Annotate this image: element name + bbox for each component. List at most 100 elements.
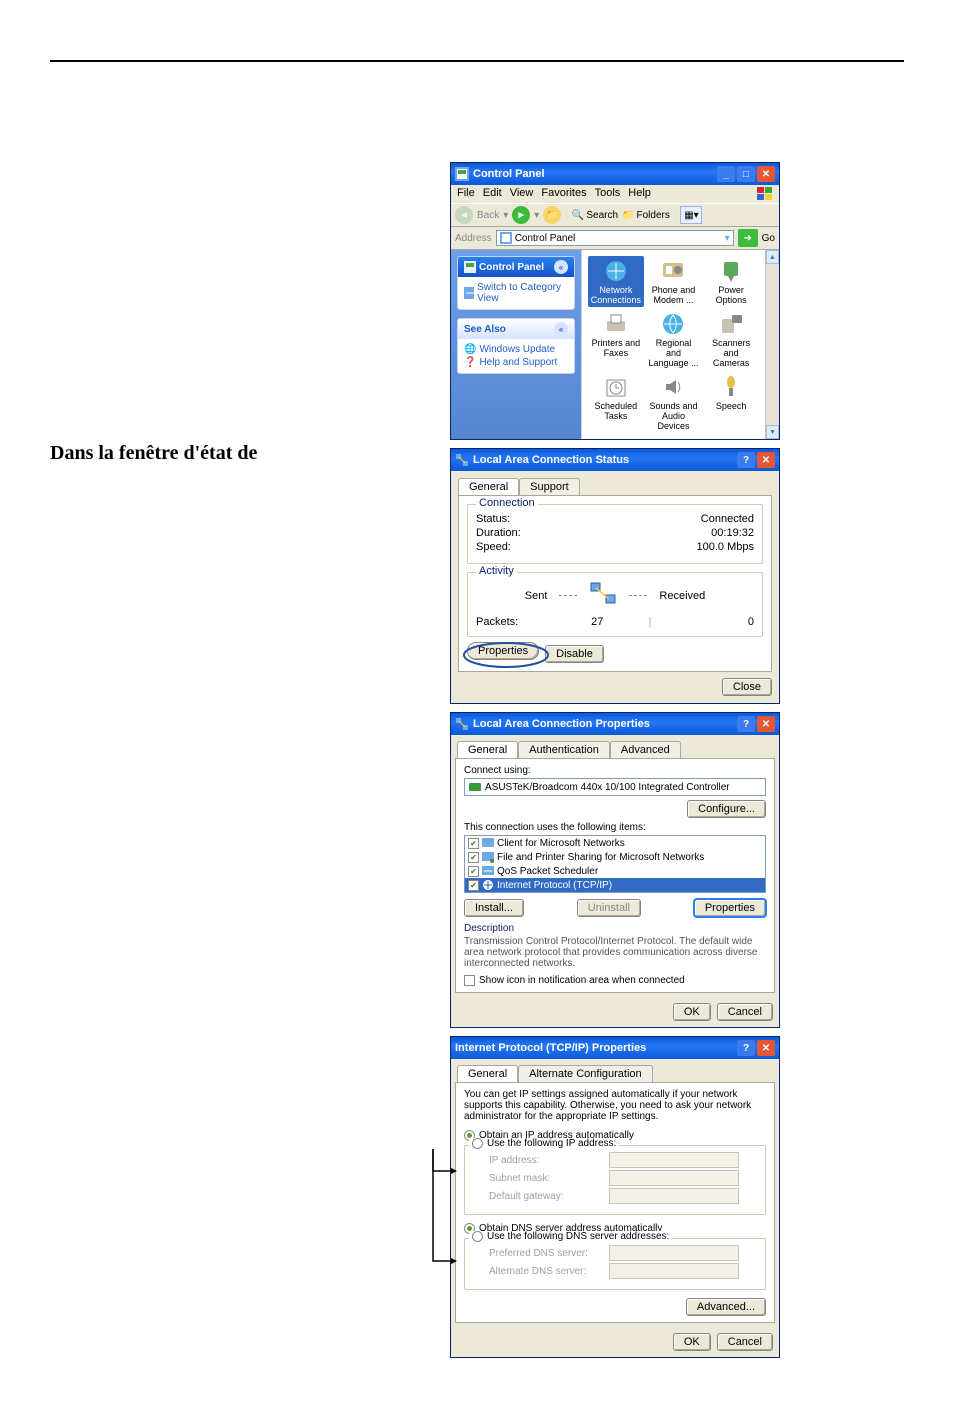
adapter-box: ASUSTeK/Broadcom 440x 10/100 Integrated …: [464, 778, 766, 796]
sidebar-head-control[interactable]: Control Panel «: [458, 257, 574, 277]
vertical-scrollbar[interactable]: ▲ ▼: [765, 250, 779, 439]
status-label: Status:: [476, 513, 510, 525]
tcpip-icon: [482, 879, 494, 891]
globe-icon: 🌐: [464, 344, 476, 355]
close-button[interactable]: ✕: [757, 716, 775, 732]
ok-button[interactable]: OK: [673, 1003, 711, 1021]
menu-file[interactable]: File: [457, 187, 475, 201]
cp-item-sounds[interactable]: Sounds and Audio Devices: [646, 372, 702, 433]
switch-category-link[interactable]: Switch to Category View: [464, 281, 568, 305]
sidebar-control-panel-icon: [464, 261, 476, 273]
doc-body-text: Dans la fenêtre d'état de: [50, 442, 450, 465]
cp-item-phone[interactable]: Phone and Modem ...: [646, 256, 702, 307]
radio-use-dns[interactable]: [472, 1231, 483, 1242]
tab-general[interactable]: General: [457, 1065, 518, 1082]
cancel-button[interactable]: Cancel: [717, 1003, 773, 1021]
help-icon: ❓: [464, 357, 476, 368]
tab-authentication[interactable]: Authentication: [518, 741, 610, 758]
checkbox-icon[interactable]: ✔: [468, 880, 479, 891]
activity-icon: [589, 581, 617, 610]
checkbox-icon[interactable]: ✔: [468, 852, 479, 863]
install-button[interactable]: Install...: [464, 899, 524, 917]
speech-icon: [718, 374, 744, 400]
window-title: Internet Protocol (TCP/IP) Properties: [455, 1042, 646, 1054]
folders-button[interactable]: 📁Folders: [622, 210, 670, 221]
sidebar-head-seealso[interactable]: See Also «: [458, 319, 574, 339]
client-icon: [482, 837, 494, 849]
views-button[interactable]: ▦▾: [680, 206, 702, 224]
cp-item-network[interactable]: Network Connections: [588, 256, 644, 307]
advanced-button[interactable]: Advanced...: [686, 1298, 766, 1316]
item-properties-button[interactable]: Properties: [694, 899, 766, 917]
received-label: Received: [659, 590, 705, 602]
cp-item-speech[interactable]: Speech: [703, 372, 759, 433]
network-connections-icon: [603, 258, 629, 284]
titlebar[interactable]: Internet Protocol (TCP/IP) Properties ? …: [451, 1037, 779, 1059]
tab-support[interactable]: Support: [519, 478, 580, 495]
back-button[interactable]: ◄: [455, 206, 473, 224]
connection-icon: [455, 453, 469, 467]
minimize-button[interactable]: _: [717, 166, 735, 182]
collapse-icon[interactable]: «: [554, 322, 568, 336]
packets-received: 0: [651, 616, 754, 628]
menu-view[interactable]: View: [510, 187, 534, 201]
speed-value: 100.0 Mbps: [697, 541, 754, 553]
sidebar-link-windows-update[interactable]: 🌐Windows Update: [464, 343, 568, 356]
alternate-dns-input: [609, 1263, 739, 1279]
search-button[interactable]: 🔍Search: [572, 210, 618, 221]
close-dialog-button[interactable]: Close: [722, 678, 772, 696]
close-button[interactable]: ✕: [757, 452, 775, 468]
cancel-button[interactable]: Cancel: [717, 1333, 773, 1351]
collapse-icon[interactable]: «: [554, 260, 568, 274]
connection-items-list[interactable]: ✔Client for Microsoft Networks ✔File and…: [464, 835, 766, 893]
close-button[interactable]: ✕: [757, 1040, 775, 1056]
help-button[interactable]: ?: [737, 1040, 755, 1056]
sent-label: Sent: [525, 590, 548, 602]
menu-help[interactable]: Help: [628, 187, 651, 201]
checkbox-icon[interactable]: ✔: [468, 838, 479, 849]
window-title: Control Panel: [473, 168, 545, 180]
uninstall-button[interactable]: Uninstall: [577, 899, 641, 917]
help-button[interactable]: ?: [737, 716, 755, 732]
address-box[interactable]: Control Panel ▾: [496, 230, 734, 246]
tab-general[interactable]: General: [457, 741, 518, 758]
maximize-button[interactable]: □: [737, 166, 755, 182]
share-icon: [482, 851, 494, 863]
show-icon-checkbox[interactable]: ✔: [464, 975, 475, 986]
menu-tools[interactable]: Tools: [595, 187, 621, 201]
titlebar[interactable]: Control Panel _ □ ✕: [451, 163, 779, 185]
cp-item-power[interactable]: Power Options: [703, 256, 759, 307]
cp-item-regional[interactable]: Regional and Language ...: [646, 309, 702, 370]
ok-button[interactable]: OK: [673, 1333, 711, 1351]
menu-edit[interactable]: Edit: [483, 187, 502, 201]
subnet-label: Subnet mask:: [489, 1173, 609, 1184]
go-button[interactable]: ➜: [738, 229, 758, 247]
titlebar[interactable]: Local Area Connection Status ? ✕: [451, 449, 779, 471]
group-activity: Activity: [476, 565, 517, 577]
help-button[interactable]: ?: [737, 452, 755, 468]
windows-flag-icon: [757, 187, 773, 201]
tab-advanced[interactable]: Advanced: [610, 741, 681, 758]
scheduled-tasks-icon: [603, 374, 629, 400]
sidebar-link-help[interactable]: ❓Help and Support: [464, 356, 568, 369]
scroll-down-icon[interactable]: ▼: [766, 425, 779, 439]
up-button[interactable]: 📁: [543, 206, 561, 224]
menu-favorites[interactable]: Favorites: [541, 187, 586, 201]
tab-altconfig[interactable]: Alternate Configuration: [518, 1065, 653, 1082]
tab-general[interactable]: General: [458, 478, 519, 495]
control-panel-small-icon: [500, 232, 512, 244]
titlebar[interactable]: Local Area Connection Properties ? ✕: [451, 713, 779, 735]
radio-use-ip[interactable]: [472, 1138, 483, 1149]
scanners-icon: [718, 311, 744, 337]
close-button[interactable]: ✕: [757, 166, 775, 182]
checkbox-icon[interactable]: ✔: [468, 866, 479, 877]
connect-using-label: Connect using:: [464, 765, 766, 776]
scroll-up-icon[interactable]: ▲: [766, 250, 779, 264]
cp-item-scanners[interactable]: Scanners and Cameras: [703, 309, 759, 370]
forward-button[interactable]: ►: [512, 206, 530, 224]
cp-item-printers[interactable]: Printers and Faxes: [588, 309, 644, 370]
cp-item-scheduled[interactable]: Scheduled Tasks: [588, 372, 644, 433]
configure-button[interactable]: Configure...: [687, 800, 766, 818]
properties-dialog: Local Area Connection Properties ? ✕ Gen…: [450, 712, 780, 1028]
disable-button[interactable]: Disable: [545, 645, 604, 663]
